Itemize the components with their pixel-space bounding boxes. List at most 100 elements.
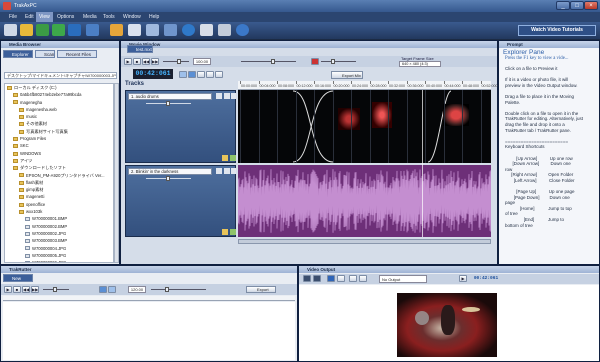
track-1-fx-icon[interactable] xyxy=(230,155,236,161)
tree-folder-item[interactable]: ローカル ディスク (C:) xyxy=(5,84,113,91)
cursor-tool-icon[interactable] xyxy=(179,71,187,78)
playhead[interactable] xyxy=(422,90,423,237)
menu-window[interactable]: Window xyxy=(120,12,144,22)
save-icon[interactable] xyxy=(36,24,49,36)
rewind-button[interactable]: ◀◀ xyxy=(142,58,150,65)
target-frame-size-select[interactable]: 640 × 480 (4:3) xyxy=(399,61,441,67)
snap-tool-icon[interactable] xyxy=(206,71,214,78)
vo-play-button[interactable]: ▶ xyxy=(459,275,467,282)
tree-folder-item[interactable]: EPSON_PM-A920プリンタドライバ Ver... xyxy=(5,172,113,179)
minimize-button[interactable]: _ xyxy=(556,1,570,10)
tree-folder-item[interactable]: その他素材 xyxy=(5,120,113,127)
close-button[interactable]: × xyxy=(584,1,598,10)
tree-folder-item[interactable]: ダウンロードしたソフト xyxy=(5,164,113,171)
tree-file-item[interactable]: W700000005.JPG xyxy=(5,252,113,259)
open-folder-icon[interactable] xyxy=(20,24,33,36)
tab-new-tab[interactable]: New Tab xyxy=(3,274,33,289)
back-arrow-icon[interactable] xyxy=(68,24,81,36)
tree-file-item[interactable]: W700000002.BMP xyxy=(5,223,113,230)
tree-scrollbar[interactable] xyxy=(114,83,119,263)
fullscreen-icon[interactable] xyxy=(303,275,311,282)
track-1-lock-icon[interactable] xyxy=(222,155,228,161)
track-2-mute-icon[interactable] xyxy=(216,168,222,174)
tree-file-item[interactable]: W700000003.BMP xyxy=(5,237,113,244)
track-header-1[interactable]: 1. audio drums xyxy=(125,90,236,163)
tab-scan[interactable]: Scan xyxy=(35,50,55,58)
tree-folder-item[interactable]: Program Files xyxy=(5,135,113,142)
monitor-icon[interactable] xyxy=(86,24,99,36)
tr-export-button[interactable]: Export xyxy=(246,286,276,293)
menu-edit[interactable]: Edit xyxy=(22,12,37,22)
tab-test-mxt[interactable]: test.mxt xyxy=(127,45,153,53)
tree-folder-item[interactable]: 0a5b4fb80274eb2ebe77a99bcda xyxy=(5,91,113,98)
tree-folder-item[interactable]: アイツ xyxy=(5,157,113,164)
tree-folder-item[interactable]: music xyxy=(5,113,113,120)
tr-rewind-button[interactable]: ◀◀ xyxy=(22,286,30,293)
tree-folder-item[interactable]: magenegha xyxy=(5,99,113,106)
zoom-value[interactable]: 100.00 xyxy=(193,58,211,65)
tr-play-button[interactable]: ▶ xyxy=(4,286,12,293)
razor-tool-icon[interactable] xyxy=(197,71,205,78)
track-1-settings-icon[interactable] xyxy=(231,93,236,99)
track-2-volume-slider[interactable] xyxy=(146,176,191,181)
track-1-lane[interactable] xyxy=(238,90,491,163)
menu-options[interactable]: Options xyxy=(54,12,77,22)
menu-view[interactable]: View xyxy=(36,12,53,22)
clip-thumb-3[interactable] xyxy=(443,104,469,126)
track-2-fx-icon[interactable] xyxy=(230,229,236,235)
export-mix-button[interactable]: Export Mix xyxy=(331,71,363,79)
path-field[interactable]: デスクトップ\マイドキュメント\キャプチャ\W700000003.JPG xyxy=(4,72,117,79)
save-frame-icon[interactable] xyxy=(349,275,357,282)
menu-file[interactable]: File xyxy=(6,12,20,22)
lock-tool-icon[interactable] xyxy=(215,71,223,78)
menu-media[interactable]: Media xyxy=(80,12,100,22)
output-source-select[interactable]: No Output xyxy=(379,275,427,283)
track-2-lock-icon[interactable] xyxy=(222,229,228,235)
tab-explorer[interactable]: Explorer xyxy=(3,50,33,58)
check-icon[interactable] xyxy=(52,24,65,36)
split-icon[interactable] xyxy=(128,24,141,36)
track-1-name[interactable]: 1. audio drums xyxy=(128,93,212,100)
tr-forward-button[interactable]: ▶▶ xyxy=(31,286,39,293)
help-icon[interactable] xyxy=(236,24,249,36)
copy-frame-icon[interactable] xyxy=(359,275,367,282)
maximize-button[interactable]: □ xyxy=(570,1,584,10)
film-strip-icon[interactable] xyxy=(218,24,231,36)
track-1-eye-icon[interactable] xyxy=(224,93,230,99)
tab-recent-files[interactable]: Recent Files xyxy=(57,50,97,58)
grid-icon[interactable] xyxy=(146,24,159,36)
volume-slider[interactable] xyxy=(241,59,296,64)
track-2-eye-icon[interactable] xyxy=(224,168,230,174)
snapshot-icon[interactable] xyxy=(327,275,335,282)
record-slider[interactable] xyxy=(321,59,356,64)
aspect-icon[interactable] xyxy=(337,275,345,282)
tree-folder-item[interactable]: 写真素材サイト写真集 xyxy=(5,128,113,135)
tree-file-item[interactable]: W700000004.JPG xyxy=(5,245,113,252)
timeline-scrollbar[interactable] xyxy=(238,239,491,244)
menu-help[interactable]: Help xyxy=(146,12,162,22)
tree-folder-item[interactable]: flash素材 xyxy=(5,179,113,186)
track-1-mute-icon[interactable] xyxy=(216,93,222,99)
film-icon[interactable] xyxy=(200,24,213,36)
trakrutter-ruler[interactable] xyxy=(3,296,295,301)
stop-button[interactable]: ■ xyxy=(133,58,141,65)
layout-icon[interactable] xyxy=(164,24,177,36)
tree-folder-item[interactable]: SKC xyxy=(5,142,113,149)
timeline-ruler[interactable]: 00:00:000 00:04:000 00:08:000 00:12:000 00:1… xyxy=(238,81,498,90)
zoom-slider[interactable] xyxy=(163,59,189,64)
tree-file-item[interactable]: W700000002.JPG xyxy=(5,230,113,237)
tr-stop-button[interactable]: ■ xyxy=(13,286,21,293)
tree-file-item[interactable]: W700000001.BMP xyxy=(5,215,113,222)
select-tool-icon[interactable] xyxy=(188,71,196,78)
track-header-2[interactable]: 2. Blinkin' in the darkness xyxy=(125,165,236,237)
trakrutter-timeline[interactable] xyxy=(3,302,295,360)
tree-folder-item[interactable]: wxx103k xyxy=(5,208,113,215)
clip-thumb-2[interactable] xyxy=(372,102,392,128)
clip-thumb-1[interactable] xyxy=(338,108,360,130)
forward-button[interactable]: ▶▶ xyxy=(151,58,159,65)
edit-icon[interactable] xyxy=(110,24,123,36)
track-2-name[interactable]: 2. Blinkin' in the darkness xyxy=(128,168,212,175)
monitor-out-icon[interactable] xyxy=(313,275,321,282)
track-2-settings-icon[interactable] xyxy=(231,168,236,174)
tr-zoom-value[interactable]: 120.00 xyxy=(128,286,146,293)
